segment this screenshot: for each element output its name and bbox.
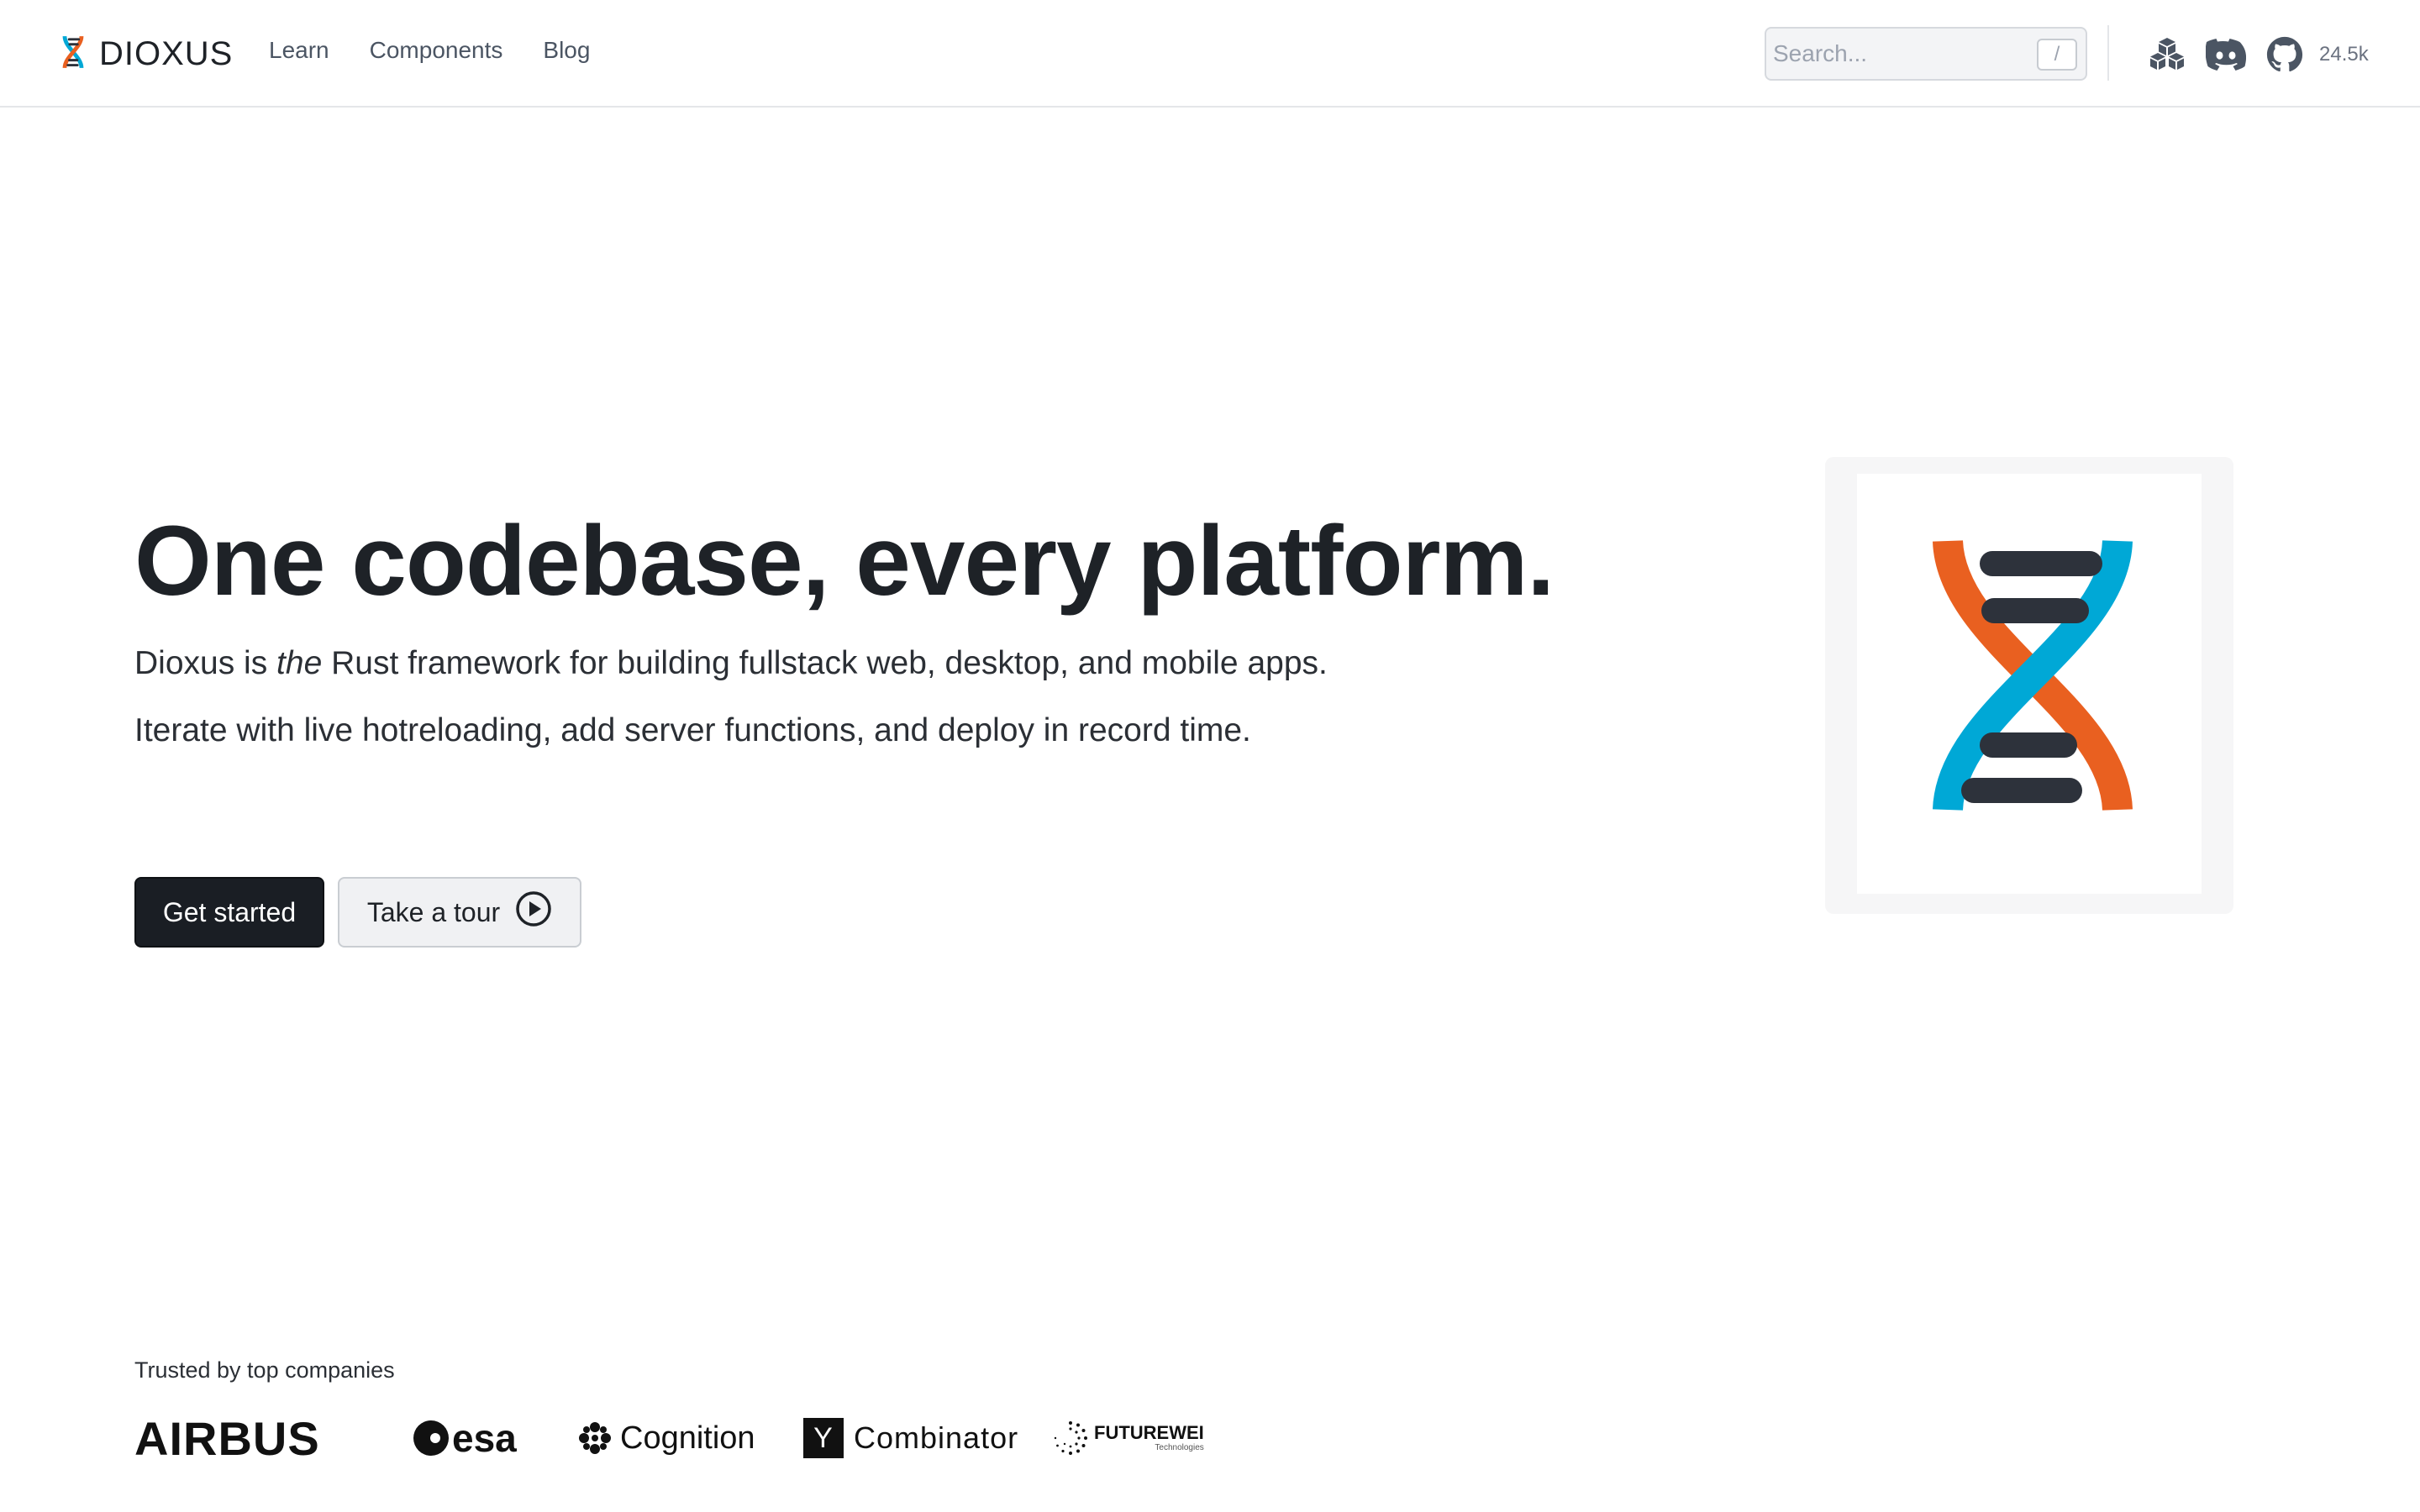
brand-home-link[interactable]: DIOXUS	[59, 29, 233, 79]
dna-icon	[1933, 539, 2133, 811]
nav-link-blog[interactable]: Blog	[543, 32, 590, 69]
trusted-by-label: Trusted by top companies	[134, 1357, 395, 1383]
dna-icon	[59, 35, 87, 73]
airbus-logo: AIRBUS	[134, 1411, 320, 1465]
top-navbar: DIOXUS Learn Components Blog /	[0, 0, 2420, 108]
get-started-button[interactable]: Get started	[134, 877, 324, 948]
search-box[interactable]: /	[1765, 27, 2087, 81]
crates-icon[interactable]	[2146, 34, 2188, 76]
hero-logo-frame	[1857, 474, 2202, 894]
brand-name: DIOXUS	[99, 34, 234, 72]
hero-logo-card	[1825, 457, 2233, 914]
main-nav: Learn Components Blog	[269, 32, 590, 69]
nav-link-learn[interactable]: Learn	[269, 32, 329, 69]
play-circle-icon	[515, 890, 552, 934]
esa-mark-icon	[413, 1420, 449, 1456]
search-shortcut-key: /	[2037, 39, 2077, 71]
hero-subtitle-2: Iterate with live hotreloading, add serv…	[134, 712, 1251, 748]
nav-divider	[2107, 25, 2109, 81]
esa-logo: esa	[412, 1411, 517, 1465]
cognition-logo: Cognition	[578, 1411, 755, 1465]
hero-title: One codebase, every platform.	[134, 506, 1555, 617]
hero-subtitle-1: Dioxus is the Rust framework for buildin…	[134, 645, 1328, 681]
take-a-tour-button[interactable]: Take a tour	[338, 877, 581, 948]
discord-icon[interactable]	[2205, 34, 2247, 76]
search-input[interactable]	[1773, 35, 2025, 72]
y-combinator-logo: Y Combinator	[803, 1411, 1018, 1465]
nav-social-links: 24.5k	[2146, 34, 2369, 76]
cognition-mark-icon	[579, 1422, 611, 1454]
futurewei-logo: FUTUREWEI Technologies	[1052, 1411, 1204, 1465]
y-combinator-mark: Y	[803, 1418, 844, 1458]
nav-link-components[interactable]: Components	[370, 32, 503, 69]
take-a-tour-label: Take a tour	[366, 896, 501, 927]
futurewei-mark-icon	[1054, 1421, 1087, 1455]
github-star-count: 24.5k	[2319, 43, 2369, 66]
github-icon[interactable]	[2264, 34, 2306, 76]
